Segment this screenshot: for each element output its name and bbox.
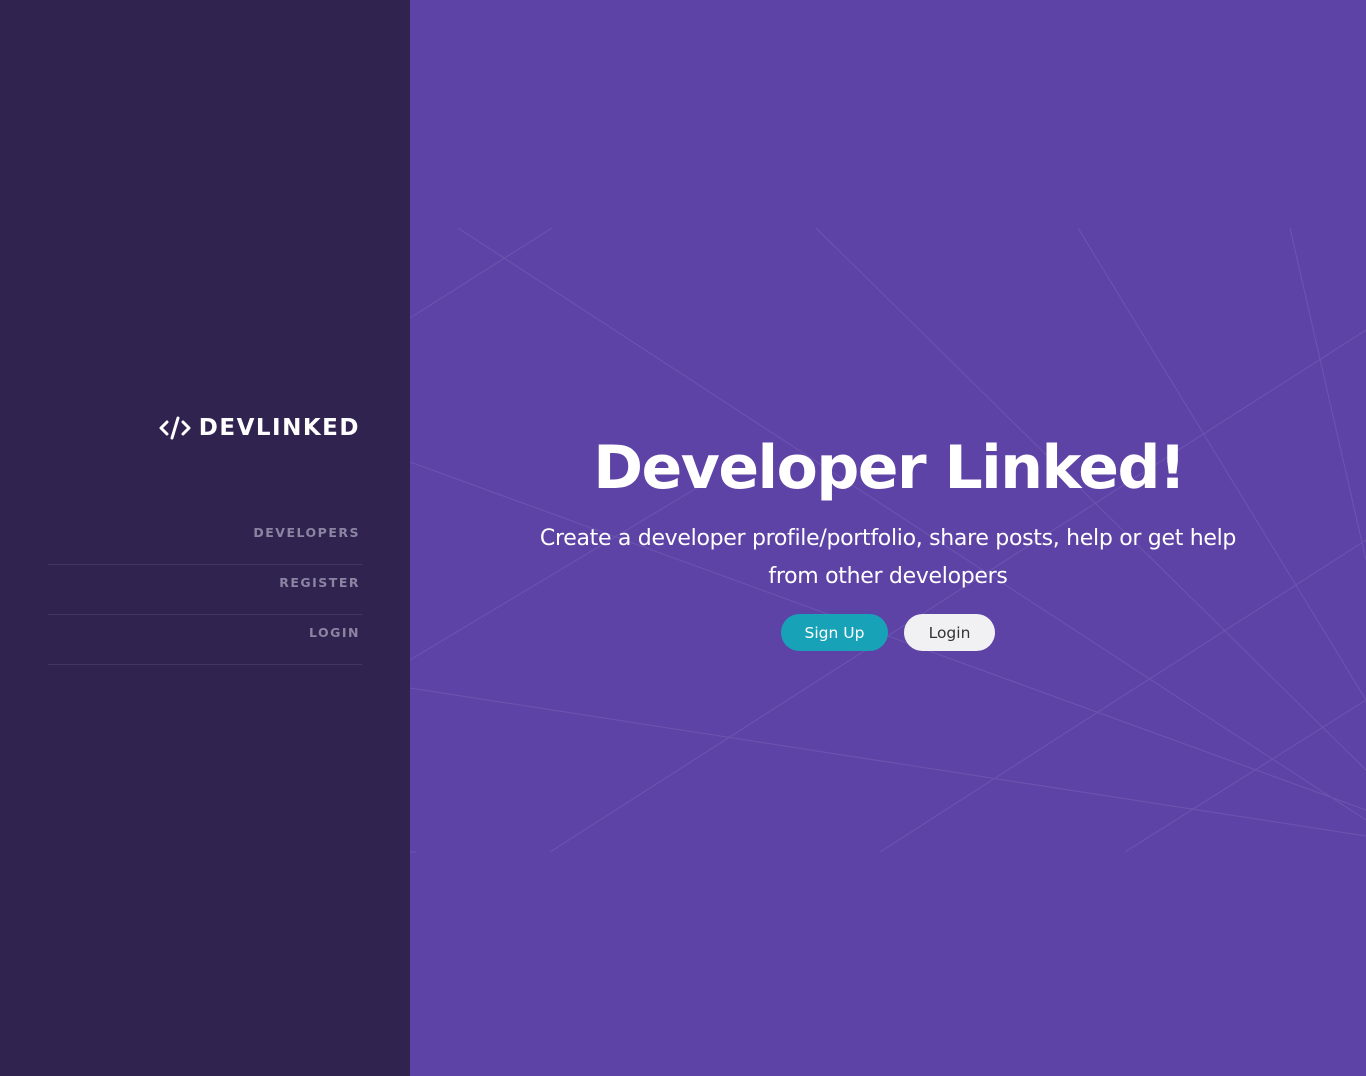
nav-item-developers[interactable]: DEVELOPERS: [48, 515, 362, 565]
hero-subtitle: Create a developer profile/portfolio, sh…: [539, 526, 1237, 589]
main-content: Developer Linked! Create a developer pro…: [410, 0, 1366, 1076]
nav-item-register[interactable]: REGISTER: [48, 565, 362, 615]
brand-name: DEVLINKED: [198, 415, 360, 441]
hero-title: Developer Linked!: [593, 433, 1186, 503]
hero: Developer Linked! Create a developer pro…: [410, 430, 1366, 651]
nav-item-login[interactable]: LOGIN: [48, 615, 362, 665]
sign-up-button[interactable]: Sign Up: [781, 614, 888, 651]
brand-logo-link[interactable]: DEVLINKED: [159, 415, 360, 441]
hero-buttons: Sign Up Login: [410, 614, 1366, 651]
sidebar: DEVLINKED DEVELOPERS REGISTER LOGIN: [0, 0, 410, 1076]
sidebar-nav: DEVELOPERS REGISTER LOGIN: [48, 515, 362, 665]
login-button[interactable]: Login: [904, 614, 995, 651]
code-icon: [159, 416, 191, 440]
